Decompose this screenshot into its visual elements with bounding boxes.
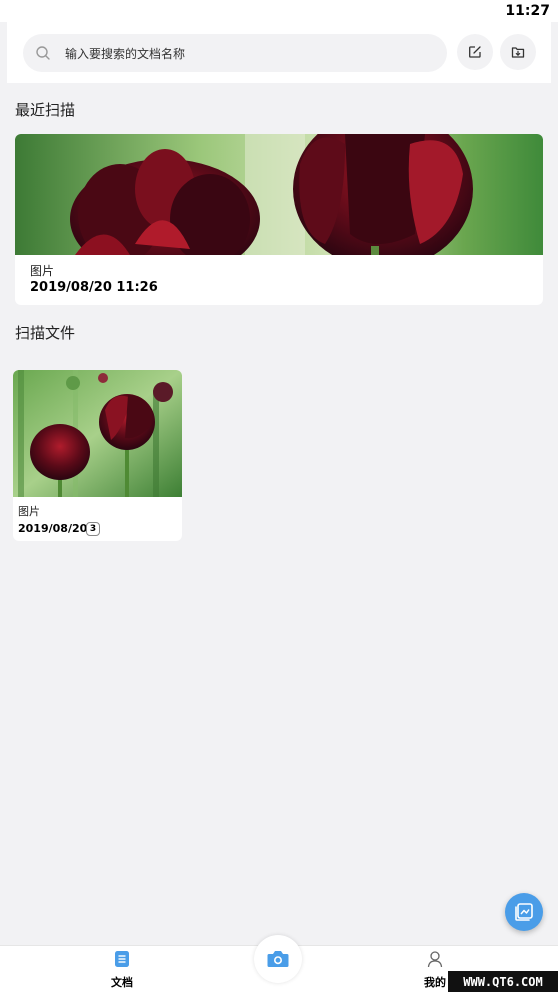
watermark: WWW.QT6.COM [448, 971, 558, 992]
status-time: 11:27 [505, 3, 550, 19]
tulip-thumbnail-image [13, 370, 182, 497]
user-icon [427, 951, 443, 968]
gallery-fab-button[interactable] [505, 893, 543, 931]
recent-section-title: 最近扫描 [15, 101, 76, 119]
status-bar: 11:27 [0, 0, 558, 22]
recent-item-date: 2019/08/20 11:26 [30, 280, 158, 295]
file-item-name: 图片 [18, 505, 40, 518]
edit-button[interactable] [457, 34, 493, 70]
nav-docs-label: 文档 [111, 976, 133, 989]
tulip-banner-image [15, 134, 543, 255]
nav-item-me[interactable]: 我的 [420, 950, 450, 990]
search-icon [36, 46, 50, 60]
recent-scan-card[interactable]: 图片 2019/08/20 11:26 [15, 134, 543, 305]
file-card[interactable]: 图片 2019/08/20 3 [13, 370, 182, 541]
camera-icon [267, 951, 289, 967]
file-item-date: 2019/08/20 [18, 522, 88, 535]
files-section-title: 扫描文件 [15, 324, 76, 342]
recent-item-name: 图片 [30, 264, 55, 278]
document-icon [115, 951, 129, 967]
import-button[interactable] [500, 34, 536, 70]
search-placeholder: 输入要搜索的文档名称 [65, 46, 186, 61]
edit-icon [469, 46, 481, 58]
header-bar: 输入要搜索的文档名称 [7, 22, 551, 83]
nav-item-docs[interactable]: 文档 [104, 950, 140, 990]
file-page-count-badge: 3 [86, 522, 100, 536]
search-input[interactable]: 输入要搜索的文档名称 [23, 34, 447, 72]
gallery-icon [515, 903, 533, 921]
camera-button[interactable] [254, 935, 302, 983]
import-icon [511, 47, 525, 58]
nav-me-label: 我的 [424, 976, 446, 989]
